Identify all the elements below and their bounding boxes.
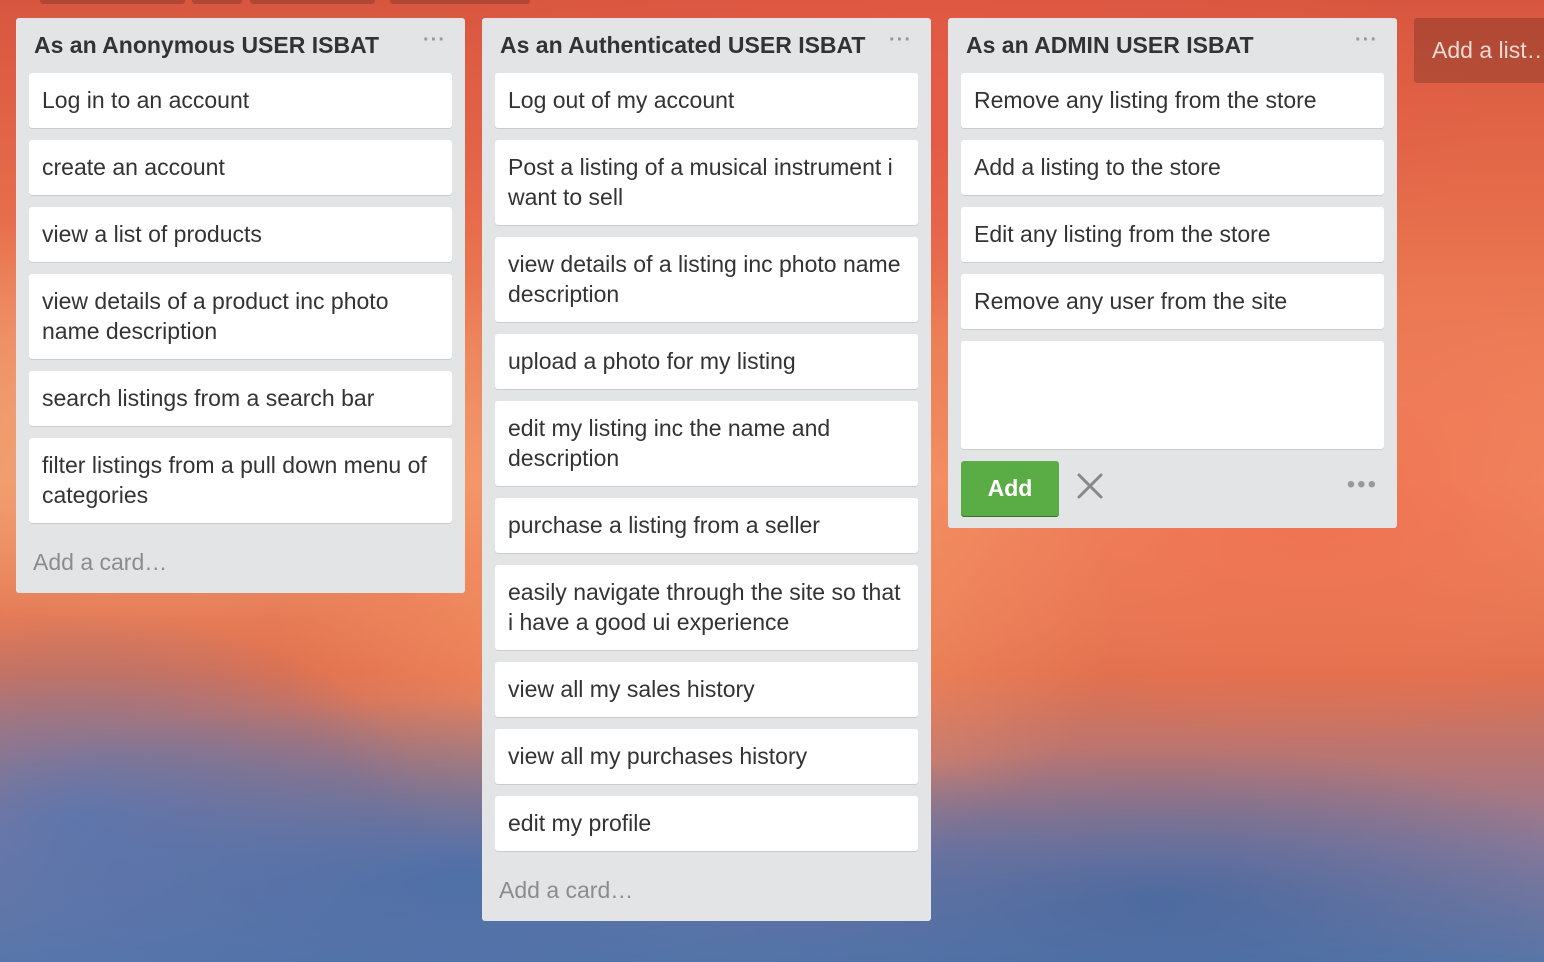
card[interactable]: view all my sales history — [495, 662, 918, 717]
close-icon[interactable] — [1075, 471, 1105, 501]
list-header[interactable]: As an ADMIN USER ISBAT ··· — [961, 18, 1384, 73]
card[interactable]: create an account — [29, 140, 452, 195]
card[interactable]: Remove any user from the site — [961, 274, 1384, 329]
card[interactable]: purchase a listing from a seller — [495, 498, 918, 553]
card[interactable]: Add a listing to the store — [961, 140, 1384, 195]
card[interactable]: upload a photo for my listing — [495, 334, 918, 389]
card[interactable]: edit my listing inc the name and descrip… — [495, 401, 918, 486]
list-title[interactable]: As an Anonymous USER ISBAT — [34, 32, 379, 58]
card[interactable]: edit my profile — [495, 796, 918, 851]
card[interactable]: view details of a listing inc photo name… — [495, 237, 918, 322]
list-authenticated-user: As an Authenticated USER ISBAT ··· Log o… — [482, 18, 931, 921]
card[interactable]: search listings from a search bar — [29, 371, 452, 426]
list-title[interactable]: As an ADMIN USER ISBAT — [966, 32, 1254, 58]
new-card-textarea[interactable] — [961, 341, 1384, 449]
add-card-link[interactable]: Add a card… — [29, 535, 452, 593]
composer-options-ellipsis-icon[interactable]: ••• — [1347, 465, 1378, 505]
add-card-link[interactable]: Add a card… — [495, 863, 918, 921]
card[interactable]: Log out of my account — [495, 73, 918, 128]
add-list-button[interactable]: Add a list… — [1414, 18, 1544, 83]
list-header[interactable]: As an Anonymous USER ISBAT ··· — [29, 18, 452, 73]
header-bar-remnant — [0, 0, 1544, 4]
list-menu-ellipsis-icon[interactable]: ··· — [423, 30, 446, 50]
list-menu-ellipsis-icon[interactable]: ··· — [889, 30, 912, 50]
card[interactable]: Remove any listing from the store — [961, 73, 1384, 128]
board-canvas: As an Anonymous USER ISBAT ··· Log in to… — [0, 0, 1544, 962]
card[interactable]: Edit any listing from the store — [961, 207, 1384, 262]
list-anonymous-user: As an Anonymous USER ISBAT ··· Log in to… — [16, 18, 465, 593]
add-button[interactable]: Add — [961, 461, 1059, 516]
card[interactable]: view details of a product inc photo name… — [29, 274, 452, 359]
card-composer-controls: Add ••• — [961, 461, 1384, 516]
card[interactable]: view a list of products — [29, 207, 452, 262]
card[interactable]: Post a listing of a musical instrument i… — [495, 140, 918, 225]
card[interactable]: filter listings from a pull down menu of… — [29, 438, 452, 523]
card[interactable]: view all my purchases history — [495, 729, 918, 784]
card[interactable]: Log in to an account — [29, 73, 452, 128]
list-title[interactable]: As an Authenticated USER ISBAT — [500, 32, 865, 58]
list-menu-ellipsis-icon[interactable]: ··· — [1355, 30, 1378, 50]
list-header[interactable]: As an Authenticated USER ISBAT ··· — [495, 18, 918, 73]
card[interactable]: easily navigate through the site so that… — [495, 565, 918, 650]
list-admin-user: As an ADMIN USER ISBAT ··· Remove any li… — [948, 18, 1397, 528]
